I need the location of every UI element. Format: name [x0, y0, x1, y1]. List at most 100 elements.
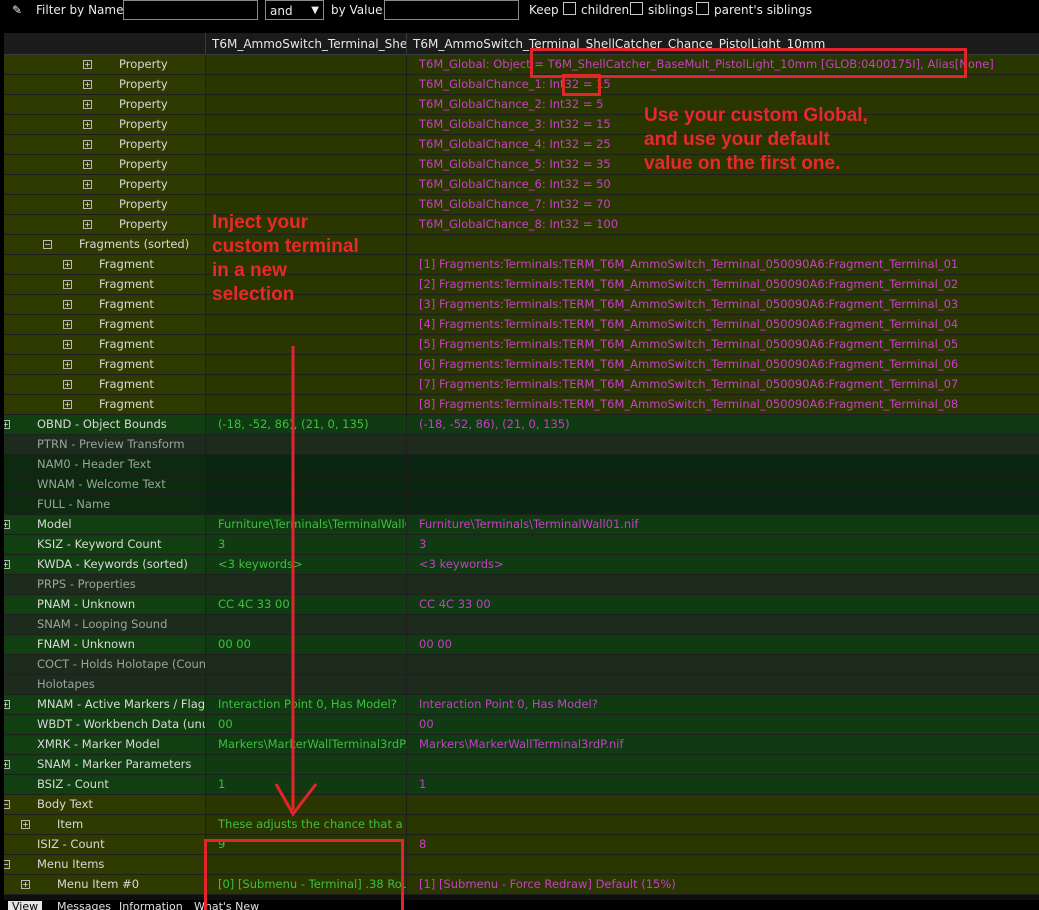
- override-value-cell[interactable]: [406, 815, 1039, 834]
- override-value-cell[interactable]: [2] Fragments:Terminals:TERM_T6M_AmmoSwi…: [406, 275, 1039, 294]
- expand-icon[interactable]: +: [4, 560, 10, 569]
- record-row[interactable]: PTRN - Preview Transform: [4, 435, 1039, 455]
- record-row[interactable]: FULL - Name: [4, 495, 1039, 515]
- record-row[interactable]: NAM0 - Header Text: [4, 455, 1039, 475]
- record-row[interactable]: − Body Text: [4, 795, 1039, 815]
- override-value-cell[interactable]: 1: [406, 775, 1039, 794]
- record-row[interactable]: + Property T6M_GlobalChance_3: Int32 = 15: [4, 115, 1039, 135]
- master-value-cell[interactable]: [205, 175, 406, 194]
- expand-icon[interactable]: +: [63, 320, 72, 329]
- master-value-cell[interactable]: [205, 75, 406, 94]
- override-value-cell[interactable]: [4] Fragments:Terminals:TERM_T6M_AmmoSwi…: [406, 315, 1039, 334]
- record-row[interactable]: Holotapes: [4, 675, 1039, 695]
- expand-icon[interactable]: +: [83, 80, 92, 89]
- override-value-cell[interactable]: [8] Fragments:Terminals:TERM_T6M_AmmoSwi…: [406, 395, 1039, 414]
- record-row[interactable]: + SNAM - Marker Parameters: [4, 755, 1039, 775]
- record-row[interactable]: + Model Furniture\Terminals\TerminalWall01…: [4, 515, 1039, 535]
- override-value-cell[interactable]: Interaction Point 0, Has Model?: [406, 695, 1039, 714]
- override-value-cell[interactable]: T6M_GlobalChance_1: Int32 = 15: [406, 75, 1039, 94]
- collapse-icon[interactable]: −: [4, 860, 10, 869]
- expand-icon[interactable]: +: [83, 180, 92, 189]
- record-row[interactable]: FNAM - Unknown 00 00 00 00: [4, 635, 1039, 655]
- record-row[interactable]: + Property T6M_GlobalChance_2: Int32 = 5: [4, 95, 1039, 115]
- column-header-fields[interactable]: [4, 33, 205, 55]
- record-row[interactable]: SNAM - Looping Sound: [4, 615, 1039, 635]
- record-row[interactable]: WNAM - Welcome Text: [4, 475, 1039, 495]
- expand-icon[interactable]: +: [4, 420, 10, 429]
- override-value-cell[interactable]: 00 00: [406, 635, 1039, 654]
- record-row[interactable]: ISIZ - Count 9 8: [4, 835, 1039, 855]
- expand-icon[interactable]: +: [83, 200, 92, 209]
- expand-icon[interactable]: +: [63, 280, 72, 289]
- expand-icon[interactable]: +: [83, 100, 92, 109]
- record-row[interactable]: + OBND - Object Bounds (-18, -52, 86), (21…: [4, 415, 1039, 435]
- override-value-cell[interactable]: T6M_GlobalChance_8: Int32 = 100: [406, 215, 1039, 234]
- override-value-cell[interactable]: [406, 655, 1039, 674]
- override-value-cell[interactable]: CC 4C 33 00: [406, 595, 1039, 614]
- record-row[interactable]: + Menu Item #0 [0] [Submenu - Terminal] .3…: [4, 875, 1039, 895]
- record-row[interactable]: + Fragment [8] Fragments:Terminals:TERM_T6…: [4, 395, 1039, 415]
- pin-icon[interactable]: ✎: [12, 0, 22, 20]
- record-row[interactable]: + Property T6M_GlobalChance_4: Int32 = 25: [4, 135, 1039, 155]
- override-value-cell[interactable]: T6M_GlobalChance_7: Int32 = 70: [406, 195, 1039, 214]
- override-value-cell[interactable]: [3] Fragments:Terminals:TERM_T6M_AmmoSwi…: [406, 295, 1039, 314]
- override-value-cell[interactable]: Furniture\Terminals\TerminalWall01.nif: [406, 515, 1039, 534]
- expand-icon[interactable]: +: [83, 140, 92, 149]
- expand-icon[interactable]: +: [63, 340, 72, 349]
- master-value-cell[interactable]: 9: [205, 835, 406, 854]
- expand-icon[interactable]: +: [4, 700, 10, 709]
- tab-whats-new[interactable]: What's New: [194, 901, 259, 910]
- override-value-cell[interactable]: [406, 475, 1039, 494]
- override-value-cell[interactable]: [406, 675, 1039, 694]
- expand-icon[interactable]: +: [63, 260, 72, 269]
- override-value-cell[interactable]: (-18, -52, 86), (21, 0, 135): [406, 415, 1039, 434]
- keep-siblings-checkbox[interactable]: [630, 2, 643, 15]
- record-row[interactable]: + Property T6M_GlobalChance_8: Int32 = 100: [4, 215, 1039, 235]
- record-row[interactable]: + Fragment [5] Fragments:Terminals:TERM_T6…: [4, 335, 1039, 355]
- record-row[interactable]: BSIZ - Count 1 1: [4, 775, 1039, 795]
- override-value-cell[interactable]: [406, 795, 1039, 814]
- expand-icon[interactable]: +: [4, 520, 10, 529]
- record-row[interactable]: WBDT - Workbench Data (unused)0000: [4, 715, 1039, 735]
- record-row[interactable]: + Fragment [7] Fragments:Terminals:TERM_T6…: [4, 375, 1039, 395]
- master-value-cell[interactable]: [205, 115, 406, 134]
- expand-icon[interactable]: +: [4, 760, 10, 769]
- override-value-cell[interactable]: Markers\MarkerWallTerminal3rdP.nif: [406, 735, 1039, 754]
- override-value-cell[interactable]: 00: [406, 715, 1039, 734]
- record-row[interactable]: PRPS - Properties: [4, 575, 1039, 595]
- record-row[interactable]: COCT - Holds Holotape (Count): [4, 655, 1039, 675]
- override-value-cell[interactable]: 3: [406, 535, 1039, 554]
- column-header-override[interactable]: T6M_AmmoSwitch_Terminal_ShellCatcher_Cha…: [406, 33, 1039, 55]
- expand-icon[interactable]: +: [63, 380, 72, 389]
- record-row[interactable]: + Fragment [2] Fragments:Terminals:TERM_T6…: [4, 275, 1039, 295]
- collapse-icon[interactable]: −: [4, 800, 10, 809]
- master-value-cell[interactable]: [205, 155, 406, 174]
- override-value-cell[interactable]: [406, 615, 1039, 634]
- master-value-cell[interactable]: [205, 95, 406, 114]
- expand-icon[interactable]: +: [83, 120, 92, 129]
- override-value-cell[interactable]: [6] Fragments:Terminals:TERM_T6M_AmmoSwi…: [406, 355, 1039, 374]
- expand-icon[interactable]: +: [21, 880, 30, 889]
- record-row[interactable]: + KWDA - Keywords (sorted) <3 keywords> <3 …: [4, 555, 1039, 575]
- override-value-cell[interactable]: [7] Fragments:Terminals:TERM_T6M_AmmoSwi…: [406, 375, 1039, 394]
- expand-icon[interactable]: +: [21, 820, 30, 829]
- override-value-cell[interactable]: [406, 575, 1039, 594]
- record-row[interactable]: + Property T6M_GlobalChance_5: Int32 = 35: [4, 155, 1039, 175]
- override-value-cell[interactable]: [5] Fragments:Terminals:TERM_T6M_AmmoSwi…: [406, 335, 1039, 354]
- record-row[interactable]: + Fragment [6] Fragments:Terminals:TERM_T6…: [4, 355, 1039, 375]
- record-row[interactable]: KSIZ - Keyword Count 3 3: [4, 535, 1039, 555]
- expand-icon[interactable]: +: [83, 160, 92, 169]
- master-value-cell[interactable]: [0] [Submenu - Terminal] .38 Round: [205, 875, 406, 894]
- record-row[interactable]: + Fragment [3] Fragments:Terminals:TERM_T6…: [4, 295, 1039, 315]
- keep-parents-siblings-checkbox[interactable]: [696, 2, 709, 15]
- master-value-cell[interactable]: [205, 315, 406, 334]
- override-value-cell[interactable]: T6M_Global: Object = T6M_ShellCatcher_Ba…: [406, 55, 1039, 74]
- record-row[interactable]: PNAM - Unknown CC 4C 33 00 CC 4C 33 00: [4, 595, 1039, 615]
- expand-icon[interactable]: +: [63, 400, 72, 409]
- override-value-cell[interactable]: [1] Fragments:Terminals:TERM_T6M_AmmoSwi…: [406, 255, 1039, 274]
- override-value-cell[interactable]: 8: [406, 835, 1039, 854]
- master-value-cell[interactable]: [205, 55, 406, 74]
- expand-icon[interactable]: +: [83, 220, 92, 229]
- override-value-cell[interactable]: [406, 435, 1039, 454]
- record-row[interactable]: +ItemThese adjusts the chance that a cas…: [4, 815, 1039, 835]
